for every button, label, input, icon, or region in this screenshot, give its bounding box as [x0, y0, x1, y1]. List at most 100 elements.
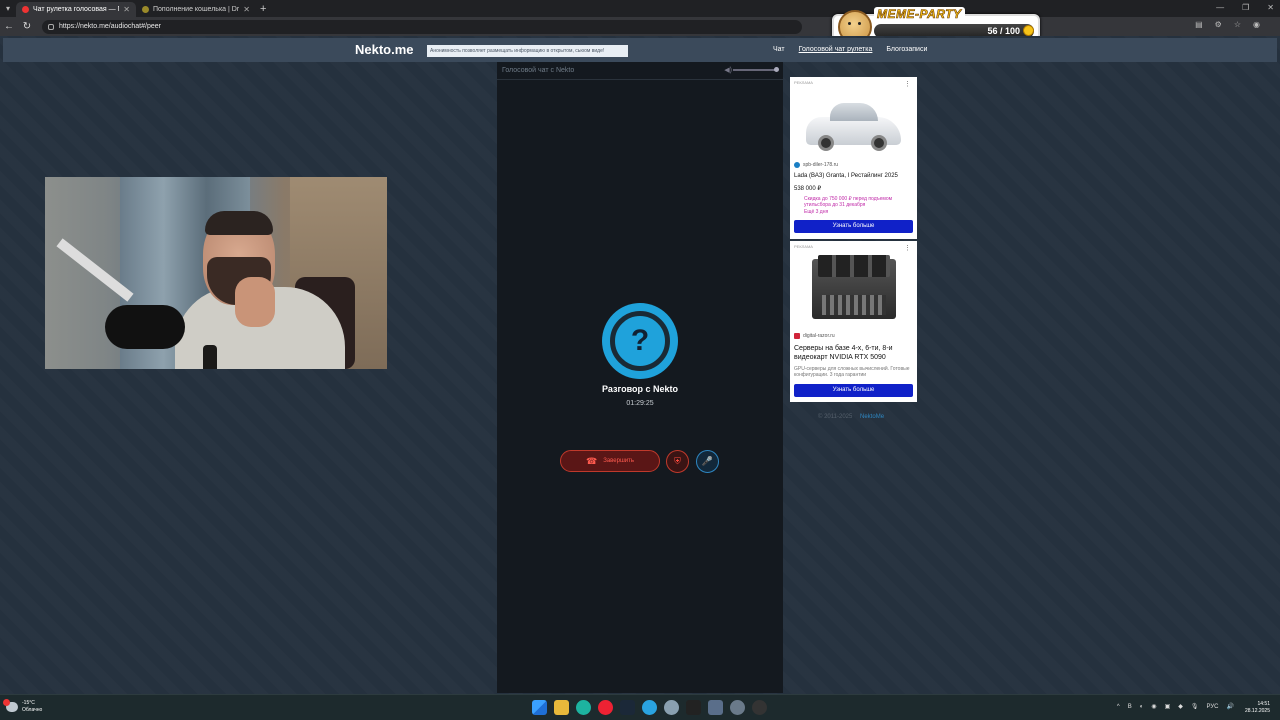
maximize-icon[interactable]: ❐ — [1242, 3, 1249, 12]
tray-app-icon-3[interactable]: ◉ — [1151, 703, 1156, 710]
menu-blog[interactable]: Блогозаписи — [886, 46, 927, 53]
app-icon[interactable] — [686, 700, 701, 715]
browser-tabbar: ▾ Чат рулетка голосовая — N ✕ Пополнение… — [0, 0, 1280, 17]
chat-header: Голосовой чат с Nekto ◀) — [497, 62, 783, 80]
ad-source-text: digital-razor.ru — [803, 333, 835, 339]
file-explorer-icon[interactable] — [554, 700, 569, 715]
overlay-title: MEME-PARTY — [874, 7, 965, 21]
cam-microphone — [105, 305, 185, 349]
hangup-icon: ☎ — [585, 455, 598, 466]
ad-cta-button[interactable]: Узнать больше — [794, 220, 913, 233]
tab-nekto[interactable]: Чат рулетка голосовая — N ✕ — [16, 2, 136, 17]
tray-mic-icon[interactable]: 🎙 — [1191, 703, 1199, 710]
settings-icon[interactable] — [664, 700, 679, 715]
reader-icon[interactable]: ▤ — [1195, 20, 1203, 29]
yandex-browser-icon[interactable] — [598, 700, 613, 715]
tab-title: Пополнение кошелька | Dragon — [153, 6, 240, 13]
footer-link[interactable]: NektoMe — [860, 414, 884, 420]
app-icon-3[interactable] — [730, 700, 745, 715]
volume-slider[interactable] — [733, 67, 779, 72]
site-notice: Анонимность позволяет размещать информац… — [427, 45, 628, 57]
address-bar-row: ← ↻ https://nekto.me/audiochat#/peer ▤ ⚙… — [0, 17, 1280, 36]
weather-widget[interactable]: -15°C Облачно — [3, 699, 43, 714]
menu-chat[interactable]: Чат — [773, 46, 785, 53]
site-menu: Чат Голосовой чат рулетка Блогозаписи — [773, 46, 927, 53]
browser-toolbar-icons: ▤ ⚙ ☆ ◉ — [1195, 20, 1260, 29]
tray-app-icon[interactable]: B — [1128, 704, 1132, 710]
site-header: Nekto.me Анонимность позволяет размещать… — [3, 38, 1277, 62]
voice-chat-panel: Голосовой чат с Nekto ◀) ? Разговор с Ne… — [497, 62, 783, 693]
ad-car[interactable]: РЕКЛАМА ⋮ spb-diler-178.ru Lada (ВАЗ) Gr… — [790, 77, 917, 239]
url-field[interactable]: https://nekto.me/audiochat#/peer — [42, 19, 802, 34]
clock-date: 28.12.2025 — [1244, 708, 1270, 714]
new-tab-icon[interactable]: + — [260, 3, 266, 15]
menu-voice-roulette[interactable]: Голосовой чат рулетка — [799, 46, 873, 53]
microphone-button[interactable]: 🎤 — [696, 450, 719, 473]
volume-icon[interactable]: ◀) — [724, 66, 732, 74]
partner-avatar: ? — [602, 303, 678, 379]
start-icon[interactable] — [532, 700, 547, 715]
ad-price: 538 000 ₽ — [794, 186, 822, 192]
cam-bottle — [203, 345, 217, 369]
close-tab-icon[interactable]: ✕ — [243, 5, 250, 14]
profile-icon[interactable]: ◉ — [1253, 20, 1260, 29]
end-call-label: Завершить — [603, 458, 634, 464]
close-tab-icon[interactable]: ✕ — [123, 5, 130, 14]
tray-expand-icon[interactable]: ^ — [1117, 704, 1120, 710]
dragon-favicon-icon — [142, 6, 149, 13]
tab-title: Чат рулетка голосовая — N — [33, 6, 120, 13]
bookmark-star-icon[interactable]: ☆ — [1234, 20, 1241, 29]
os-taskbar: -15°C Облачно ^ B ◐ ◉ ▣ ◆ 🎙 РУС 🔊 14:51 … — [0, 694, 1280, 720]
taskbar-apps — [532, 700, 767, 715]
ad-promo-extra: Ещё 3 дня — [804, 209, 829, 215]
ad-description: GPU-серверы для сложных вычислений. Гото… — [794, 366, 910, 378]
ad-servers[interactable]: РЕКЛАМА ⋮ digital-razor.ru Серверы на ба… — [790, 241, 917, 402]
conversation-timer: 01:29:25 — [626, 400, 654, 407]
clock[interactable]: 14:51 28.12.2025 — [1245, 701, 1270, 715]
obs-icon[interactable] — [752, 700, 767, 715]
end-call-button[interactable]: ☎ Завершить — [560, 450, 660, 472]
nekto-favicon-icon — [22, 6, 29, 13]
ad-source-text: spb-diler-178.ru — [803, 162, 839, 168]
back-icon[interactable]: ← — [0, 21, 18, 32]
app-icon-2[interactable] — [708, 700, 723, 715]
tray-app-icon-5[interactable]: ◆ — [1178, 703, 1183, 710]
volume-tray-icon[interactable]: 🔊 — [1227, 703, 1234, 710]
ad-label: РЕКЛАМА — [794, 80, 813, 85]
edge-icon[interactable] — [576, 700, 591, 715]
cam-person-hand — [235, 277, 275, 327]
temperature: -15°C — [22, 700, 35, 706]
site-logo[interactable]: Nekto.me — [355, 42, 414, 57]
ad-cta-button[interactable]: Узнать больше — [794, 384, 913, 397]
tab-menu-icon[interactable]: ▾ — [0, 0, 16, 17]
tray-app-icon-4[interactable]: ▣ — [1165, 703, 1171, 710]
ad-headline: Lada (ВАЗ) Granta, I Рестайлинг 2025 — [794, 173, 898, 179]
ad-promo: Скидка до 750 000 ₽ перед подъемом утиль… — [804, 196, 893, 208]
shield-icon: ⛨ — [674, 456, 681, 466]
microphone-icon: 🎤 — [701, 456, 714, 466]
report-button[interactable]: ⛨ — [666, 450, 689, 473]
chat-header-title: Голосовой чат с Nekto — [502, 67, 575, 74]
reload-icon[interactable]: ↻ — [18, 21, 36, 32]
ad-source: digital-razor.ru — [794, 333, 835, 339]
ad-label: РЕКЛАМА — [794, 244, 813, 249]
site-icon — [794, 333, 800, 339]
extensions-icon[interactable]: ⚙ — [1215, 20, 1222, 29]
conversation-title: Разговор с Nekto — [601, 384, 679, 394]
cam-person-hair — [205, 211, 273, 235]
close-window-icon[interactable]: ✕ — [1267, 3, 1274, 12]
coin-icon — [1023, 25, 1034, 36]
cloud-icon — [3, 699, 18, 712]
ad-car-image — [796, 87, 911, 161]
language-indicator[interactable]: РУС — [1207, 704, 1219, 710]
tab-dragon[interactable]: Пополнение кошелька | Dragon ✕ — [136, 2, 256, 17]
minimize-icon[interactable]: — — [1216, 3, 1224, 12]
system-tray: ^ B ◐ ◉ ▣ ◆ 🎙 РУС 🔊 — [1117, 703, 1234, 711]
ad-headline: Серверы на базе 4-х, 6-ти, 8-и видеокарт… — [794, 345, 893, 361]
steam-icon[interactable] — [620, 700, 635, 715]
tray-app-icon-2[interactable]: ◐ — [1140, 704, 1144, 710]
lock-icon — [48, 23, 54, 30]
ad-source: spb-diler-178.ru — [794, 162, 838, 168]
telegram-icon[interactable] — [642, 700, 657, 715]
weather-text: Облачно — [22, 707, 43, 713]
